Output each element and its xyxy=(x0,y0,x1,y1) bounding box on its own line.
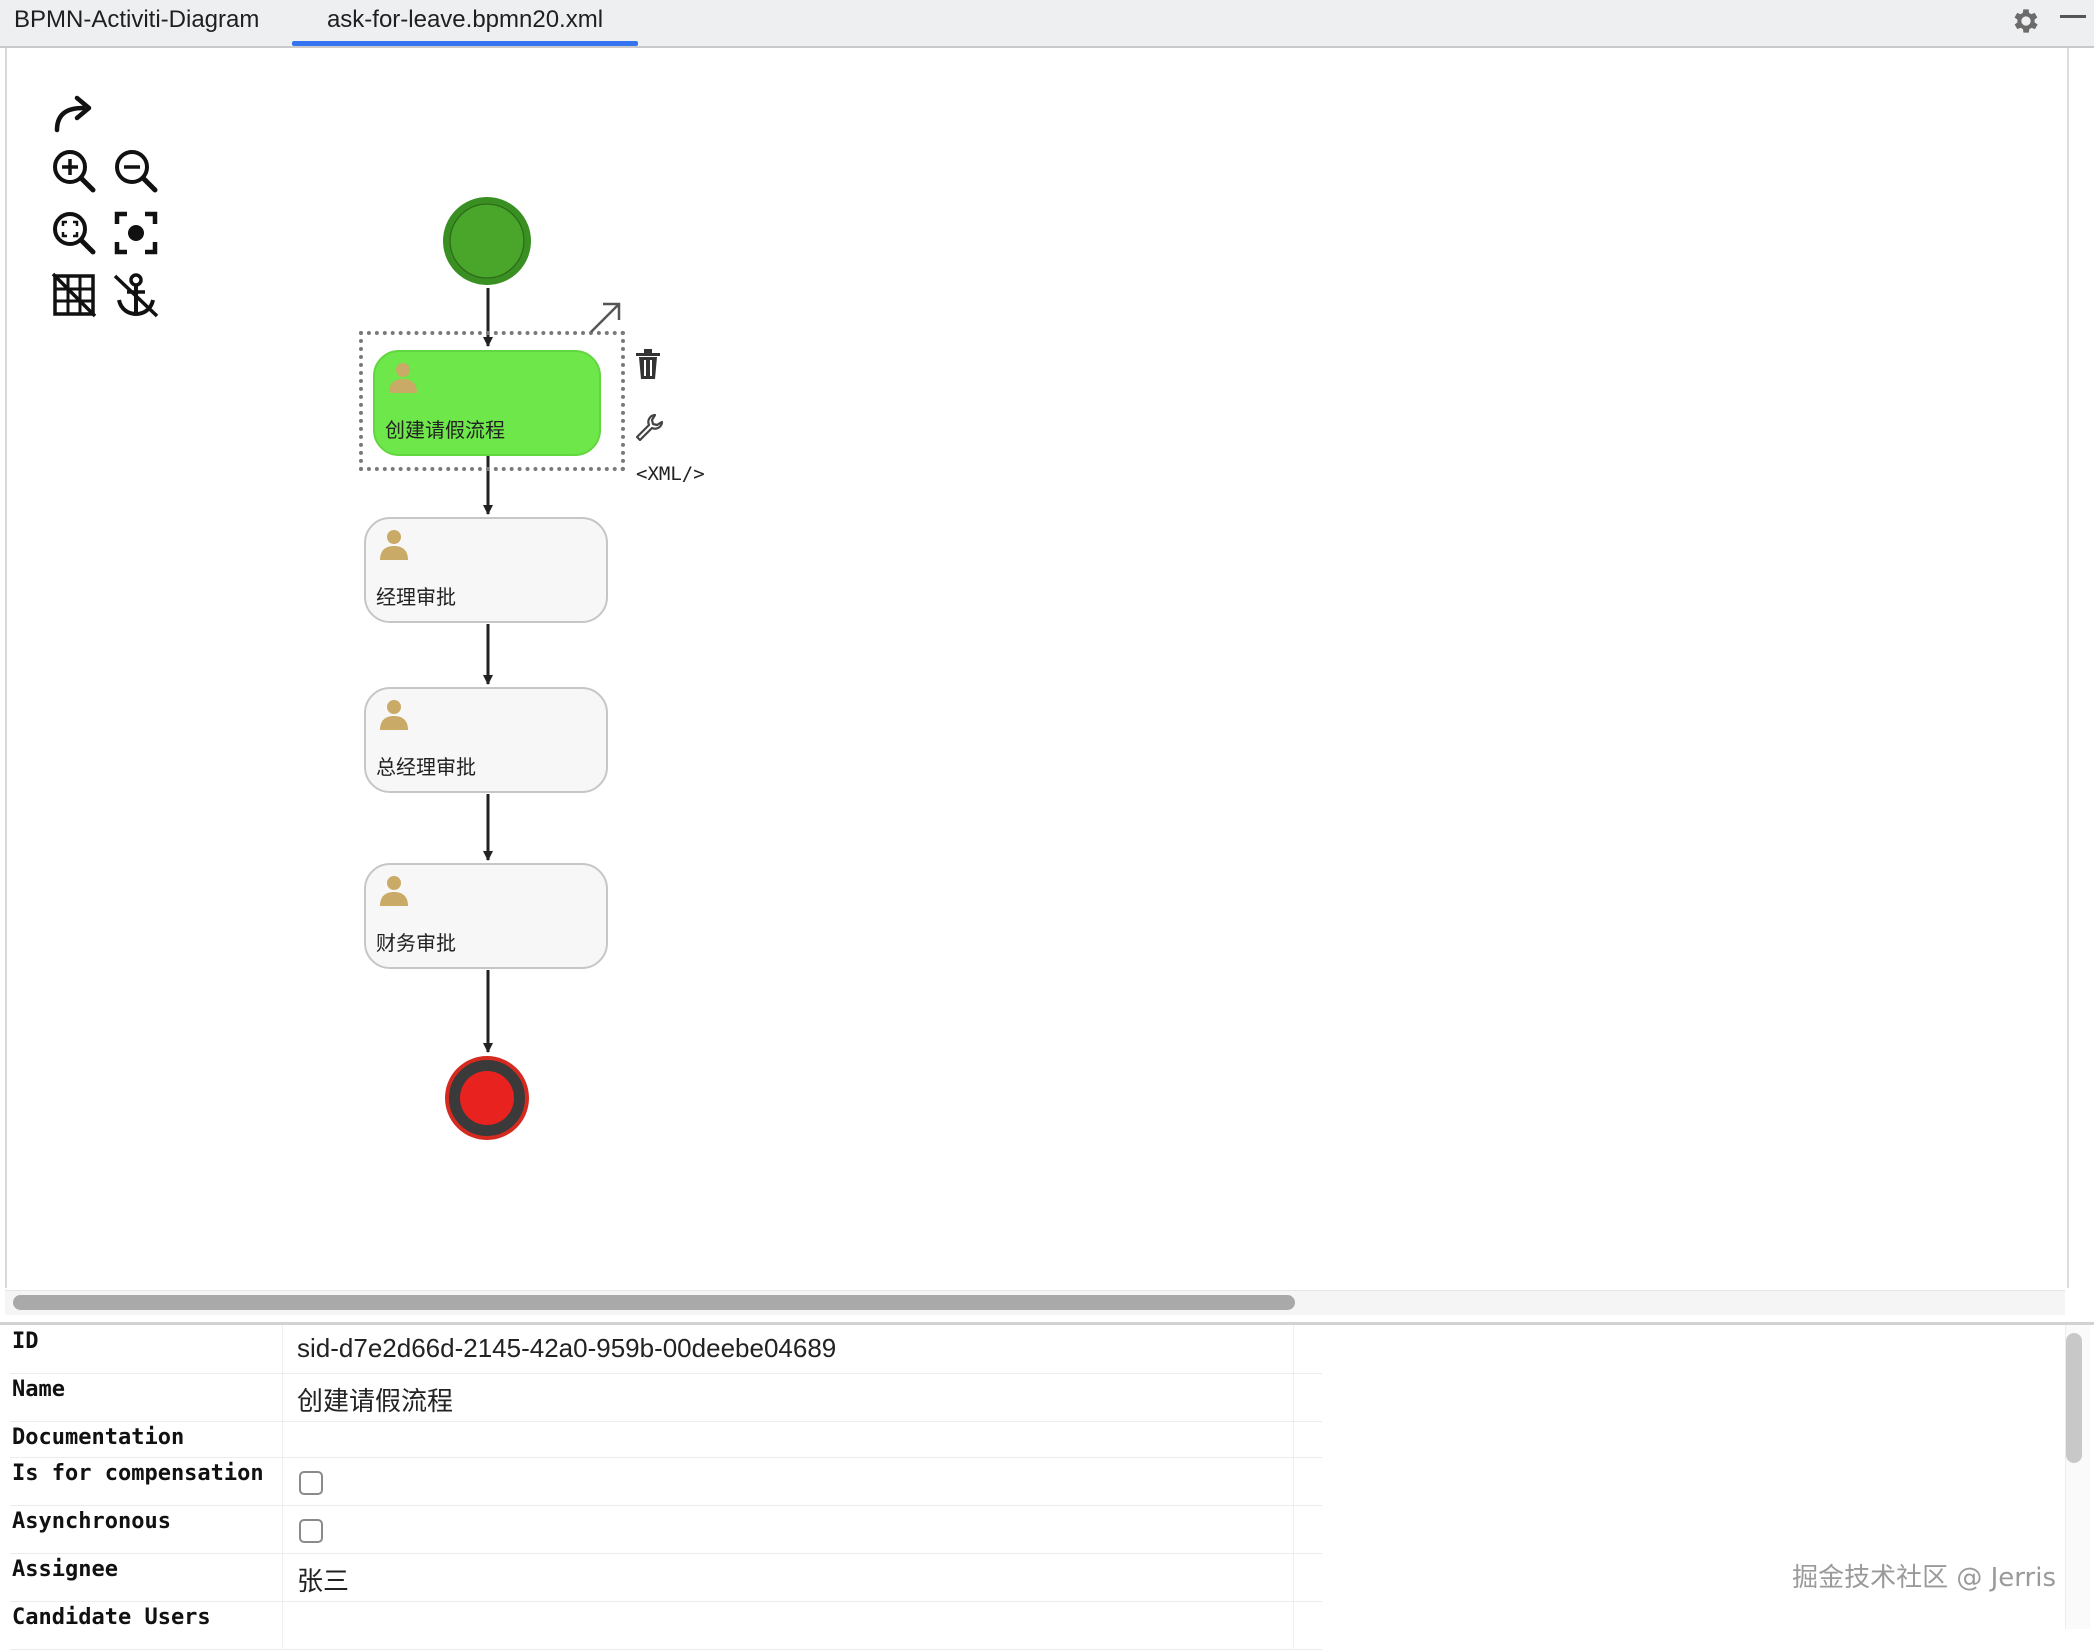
property-key: ID xyxy=(12,1329,39,1354)
property-row-assignee: Assignee 张三 xyxy=(10,1553,1322,1602)
tab-bpmn-activiti-diagram[interactable]: BPMN-Activiti-Diagram xyxy=(14,0,259,46)
scrollbar-thumb[interactable] xyxy=(2066,1333,2082,1463)
property-key: Name xyxy=(12,1377,65,1402)
property-key: Is for compensation xyxy=(12,1461,264,1486)
gear-icon[interactable] xyxy=(2010,5,2042,37)
property-key: Candidate Users xyxy=(12,1605,211,1630)
trash-icon[interactable] xyxy=(633,348,663,380)
canvas-horizontal-scrollbar[interactable] xyxy=(5,1290,2065,1315)
task-create-leave[interactable]: 创建请假流程 xyxy=(373,350,601,456)
property-row-asynchronous: Asynchronous xyxy=(10,1505,1322,1554)
task-finance-approval[interactable]: 财务审批 xyxy=(364,863,608,969)
property-row-documentation: Documentation xyxy=(10,1421,1322,1458)
wrench-icon[interactable] xyxy=(633,412,665,444)
watermark: 掘金技术社区 @ Jerris xyxy=(1792,1563,2056,1593)
diagram-canvas[interactable]: 创建请假流程 经理审批 总经理审批 财务审批 <XML/> xyxy=(5,48,2069,1288)
user-task-icon xyxy=(380,876,408,906)
editor-tab-bar: BPMN-Activiti-Diagram ask-for-leave.bpmn… xyxy=(0,0,2094,48)
task-label: 财务审批 xyxy=(376,931,456,955)
start-event[interactable] xyxy=(443,197,531,285)
user-task-icon xyxy=(389,363,417,393)
property-key: Asynchronous xyxy=(12,1509,171,1534)
task-label: 总经理审批 xyxy=(376,755,476,779)
asynchronous-checkbox[interactable] xyxy=(299,1519,323,1543)
task-label: 经理审批 xyxy=(376,585,456,609)
property-key: Assignee xyxy=(12,1557,118,1582)
task-manager-approval[interactable]: 经理审批 xyxy=(364,517,608,623)
property-row-id: ID sid-d7e2d66d-2145-42a0-959b-00deebe04… xyxy=(10,1325,1322,1374)
property-value-assignee[interactable]: 张三 xyxy=(297,1561,349,1598)
task-label: 创建请假流程 xyxy=(385,418,505,442)
property-row-name: Name 创建请假流程 xyxy=(10,1373,1322,1422)
user-task-icon xyxy=(380,700,408,730)
tab-ask-for-leave-xml[interactable]: ask-for-leave.bpmn20.xml xyxy=(292,0,638,46)
property-value-name[interactable]: 创建请假流程 xyxy=(297,1381,453,1418)
property-key: Documentation xyxy=(12,1425,185,1450)
user-task-icon xyxy=(380,530,408,560)
flow-diagram xyxy=(443,197,531,1140)
scrollbar-thumb[interactable] xyxy=(13,1295,1295,1310)
property-row-compensation: Is for compensation xyxy=(10,1457,1322,1506)
resize-arrow-icon[interactable] xyxy=(585,298,625,338)
properties-vertical-scrollbar[interactable] xyxy=(2065,1325,2090,1629)
properties-panel: ID sid-d7e2d66d-2145-42a0-959b-00deebe04… xyxy=(0,1322,2094,1650)
compensation-checkbox[interactable] xyxy=(299,1471,323,1495)
minimize-icon[interactable] xyxy=(2060,15,2086,18)
property-value-id[interactable]: sid-d7e2d66d-2145-42a0-959b-00deebe04689 xyxy=(297,1333,836,1364)
task-general-manager-approval[interactable]: 总经理审批 xyxy=(364,687,608,793)
xml-view-button[interactable]: <XML/> xyxy=(636,463,705,485)
